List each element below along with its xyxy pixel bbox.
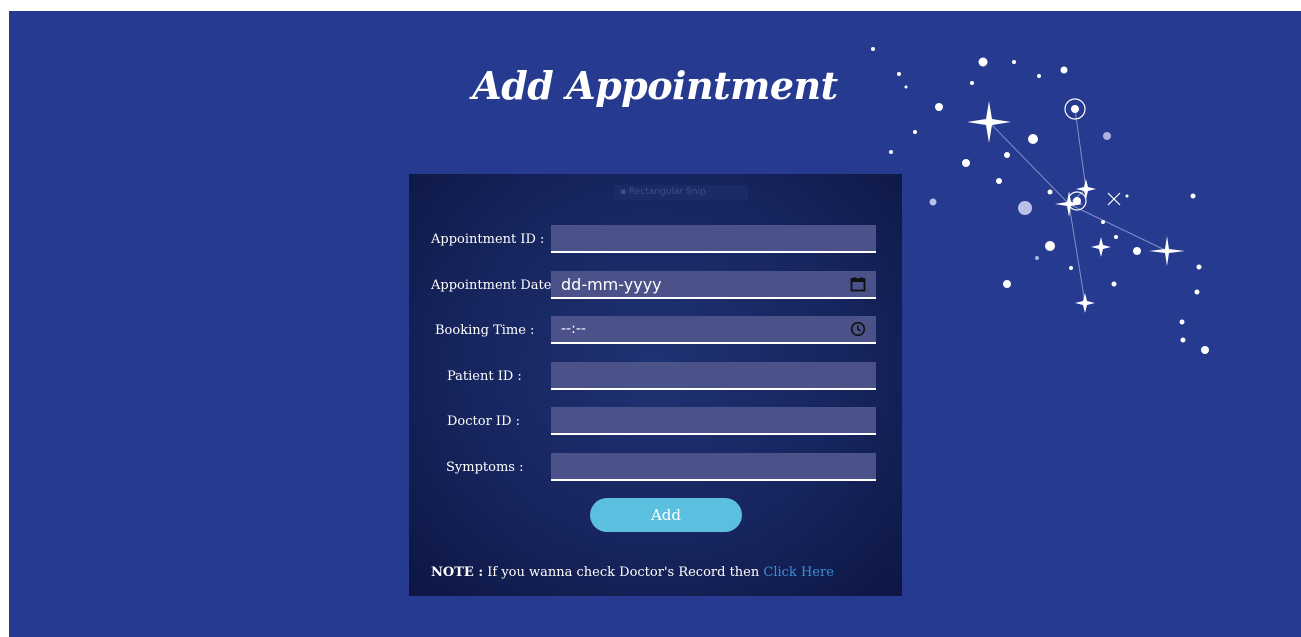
symptoms-label: Symptoms : bbox=[446, 460, 524, 475]
appointment-id-row: Appointment ID : bbox=[409, 225, 902, 255]
appointment-date-label: Appointment Date : bbox=[431, 278, 560, 293]
patient-id-input[interactable] bbox=[551, 362, 876, 390]
note-body: If you wanna check Doctor's Record then bbox=[483, 565, 764, 580]
add-button[interactable]: Add bbox=[590, 498, 742, 532]
patient-id-row: Patient ID : bbox=[409, 362, 902, 392]
appointment-id-input[interactable] bbox=[551, 225, 876, 253]
time-placeholder: --:-- bbox=[561, 321, 586, 337]
appointment-date-input[interactable]: dd-mm-yyyy bbox=[551, 271, 876, 299]
clock-icon[interactable] bbox=[850, 321, 866, 337]
constellation-decoration bbox=[871, 47, 1209, 354]
booking-time-input[interactable]: --:-- bbox=[551, 316, 876, 344]
appointment-date-row: Appointment Date : dd-mm-yyyy bbox=[409, 271, 902, 301]
booking-time-label: Booking Time : bbox=[435, 323, 535, 338]
appointment-form: ▪ Rectangular Snip Appointment ID : Appo… bbox=[409, 174, 902, 596]
click-here-link[interactable]: Click Here bbox=[763, 565, 834, 580]
symptoms-row: Symptoms : bbox=[409, 453, 902, 483]
doctor-id-label: Doctor ID : bbox=[447, 414, 520, 429]
page-background: Add Appointment ▪ Rectangular Snip Appoi… bbox=[9, 11, 1301, 637]
appointment-id-label: Appointment ID : bbox=[431, 232, 545, 247]
note-prefix: NOTE : bbox=[431, 565, 484, 580]
broken-image-placeholder: ▪ Rectangular Snip bbox=[614, 185, 748, 200]
doctor-id-input[interactable] bbox=[551, 407, 876, 435]
date-placeholder: dd-mm-yyyy bbox=[561, 274, 662, 294]
symptoms-input[interactable] bbox=[551, 453, 876, 481]
patient-id-label: Patient ID : bbox=[447, 369, 522, 384]
note-text: NOTE : If you wanna check Doctor's Recor… bbox=[431, 565, 834, 580]
calendar-icon[interactable] bbox=[850, 276, 866, 292]
image-icon: ▪ bbox=[620, 187, 629, 197]
booking-time-row: Booking Time : --:-- bbox=[409, 316, 902, 346]
doctor-id-row: Doctor ID : bbox=[409, 407, 902, 437]
